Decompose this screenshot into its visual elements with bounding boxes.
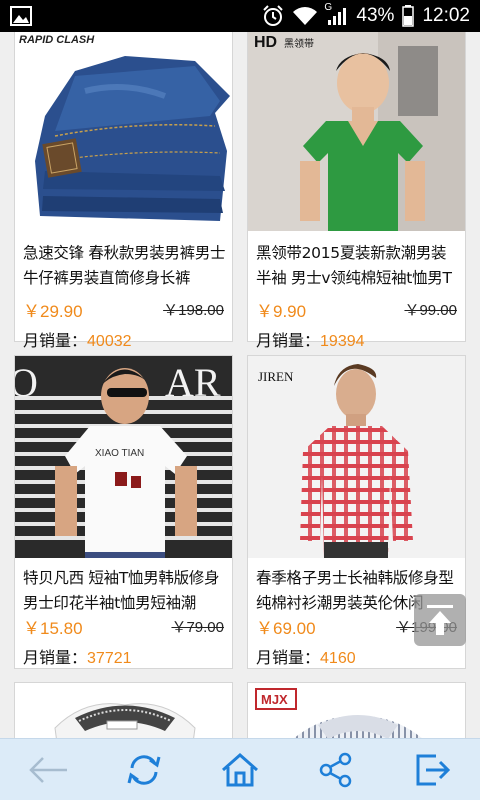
exit-icon — [416, 754, 451, 785]
bottom-navigation-bar — [0, 738, 480, 800]
back-button[interactable] — [18, 745, 78, 795]
clock: 12:02 — [422, 5, 470, 26]
scroll-to-top-button[interactable] — [414, 594, 466, 646]
share-button[interactable] — [306, 745, 366, 795]
home-button[interactable] — [210, 745, 270, 795]
product-card[interactable] — [14, 682, 233, 738]
brand-logo: HD — [254, 34, 277, 51]
sales-count: 40032 — [87, 333, 132, 350]
monthly-sales: 月销量：37721 — [23, 644, 132, 668]
product-card[interactable]: HD 黑领带 黑领带2015夏装新款潮男装半袖 男士v领纯棉短袖t恤男T ￥9.… — [247, 32, 466, 350]
product-image[interactable]: MJX — [248, 683, 465, 738]
product-image[interactable]: O AR XIAO TIAN — [15, 356, 232, 558]
image-notification-icon — [10, 6, 32, 26]
product-original-price: ￥79.00 — [171, 619, 224, 636]
home-icon — [222, 752, 258, 786]
network-type-label: G — [324, 2, 333, 13]
exit-button[interactable] — [402, 745, 462, 795]
product-price: ￥9.90 — [256, 302, 307, 321]
sales-count: 19394 — [320, 333, 365, 350]
sales-count: 4160 — [320, 650, 356, 667]
jeans-image: RAPID CLASH — [15, 32, 232, 231]
product-image[interactable]: HD 黑领带 — [248, 32, 465, 231]
status-bar: G 43% 12:02 — [0, 0, 480, 32]
brand-sub-logo: 黑领带 — [284, 37, 314, 50]
wifi-icon — [293, 7, 318, 25]
striped-dress-shirt-image: MJX — [248, 683, 465, 738]
sales-label: 月销量： — [256, 331, 321, 350]
svg-text:O: O — [15, 360, 38, 405]
sales-label: 月销量： — [23, 331, 88, 350]
product-price: ￥69.00 — [256, 619, 316, 638]
product-grid[interactable]: RAPID CLASH 急速交锋 春秋款男装男裤男士牛仔裤男装直筒修身长裤 ￥2… — [0, 32, 480, 738]
product-card[interactable]: O AR XIAO TIAN 特贝凡西 短袖T恤男韩版修身男士印花半袖t恤男短袖… — [14, 355, 233, 669]
battery-percent: 43% — [356, 5, 395, 26]
sales-count: 37721 — [87, 650, 132, 667]
product-card[interactable]: MJX — [247, 682, 466, 738]
battery-icon — [402, 5, 415, 27]
share-icon — [319, 752, 352, 787]
product-title[interactable]: 特贝凡西 短袖T恤男韩版修身男士印花半袖t恤男短袖潮 — [23, 566, 227, 616]
product-card[interactable]: RAPID CLASH 急速交锋 春秋款男装男裤男士牛仔裤男装直筒修身长裤 ￥2… — [14, 32, 233, 350]
back-arrow-icon — [29, 756, 67, 783]
refresh-button[interactable] — [114, 745, 174, 795]
brand-logo: MJX — [261, 692, 288, 707]
monthly-sales: 月销量：19394 — [256, 327, 365, 351]
product-title[interactable]: 黑领带2015夏装新款潮男装半袖 男士v领纯棉短袖t恤男T — [256, 241, 460, 291]
product-price: ￥29.90 — [23, 302, 83, 321]
refresh-icon — [127, 754, 161, 785]
white-dress-shirt-image — [15, 683, 232, 738]
product-original-price: ￥99.00 — [404, 302, 457, 319]
alarm-icon — [263, 5, 284, 26]
arrow-up-icon — [427, 605, 453, 635]
monthly-sales: 月销量：4160 — [256, 644, 356, 668]
product-image[interactable]: JIREN — [248, 356, 465, 558]
plaid-shirt-model-image: JIREN — [248, 356, 465, 558]
brand-label: JIREN — [258, 369, 294, 384]
white-tshirt-model-image: O AR XIAO TIAN — [15, 356, 232, 558]
green-tshirt-model-image: HD 黑领带 — [248, 32, 465, 231]
sales-label: 月销量： — [256, 648, 321, 667]
product-image[interactable]: RAPID CLASH — [15, 32, 232, 231]
sales-label: 月销量： — [23, 648, 88, 667]
product-title[interactable]: 急速交锋 春秋款男装男裤男士牛仔裤男装直筒修身长裤 — [23, 241, 227, 291]
monthly-sales: 月销量：40032 — [23, 327, 132, 351]
product-original-price: ￥198.00 — [163, 302, 224, 319]
product-image[interactable] — [15, 683, 232, 738]
brand-label: RAPID CLASH — [19, 34, 95, 46]
product-price: ￥15.80 — [23, 619, 83, 638]
shirt-print-text: XIAO TIAN — [95, 448, 144, 459]
svg-text:AR: AR — [165, 360, 221, 405]
